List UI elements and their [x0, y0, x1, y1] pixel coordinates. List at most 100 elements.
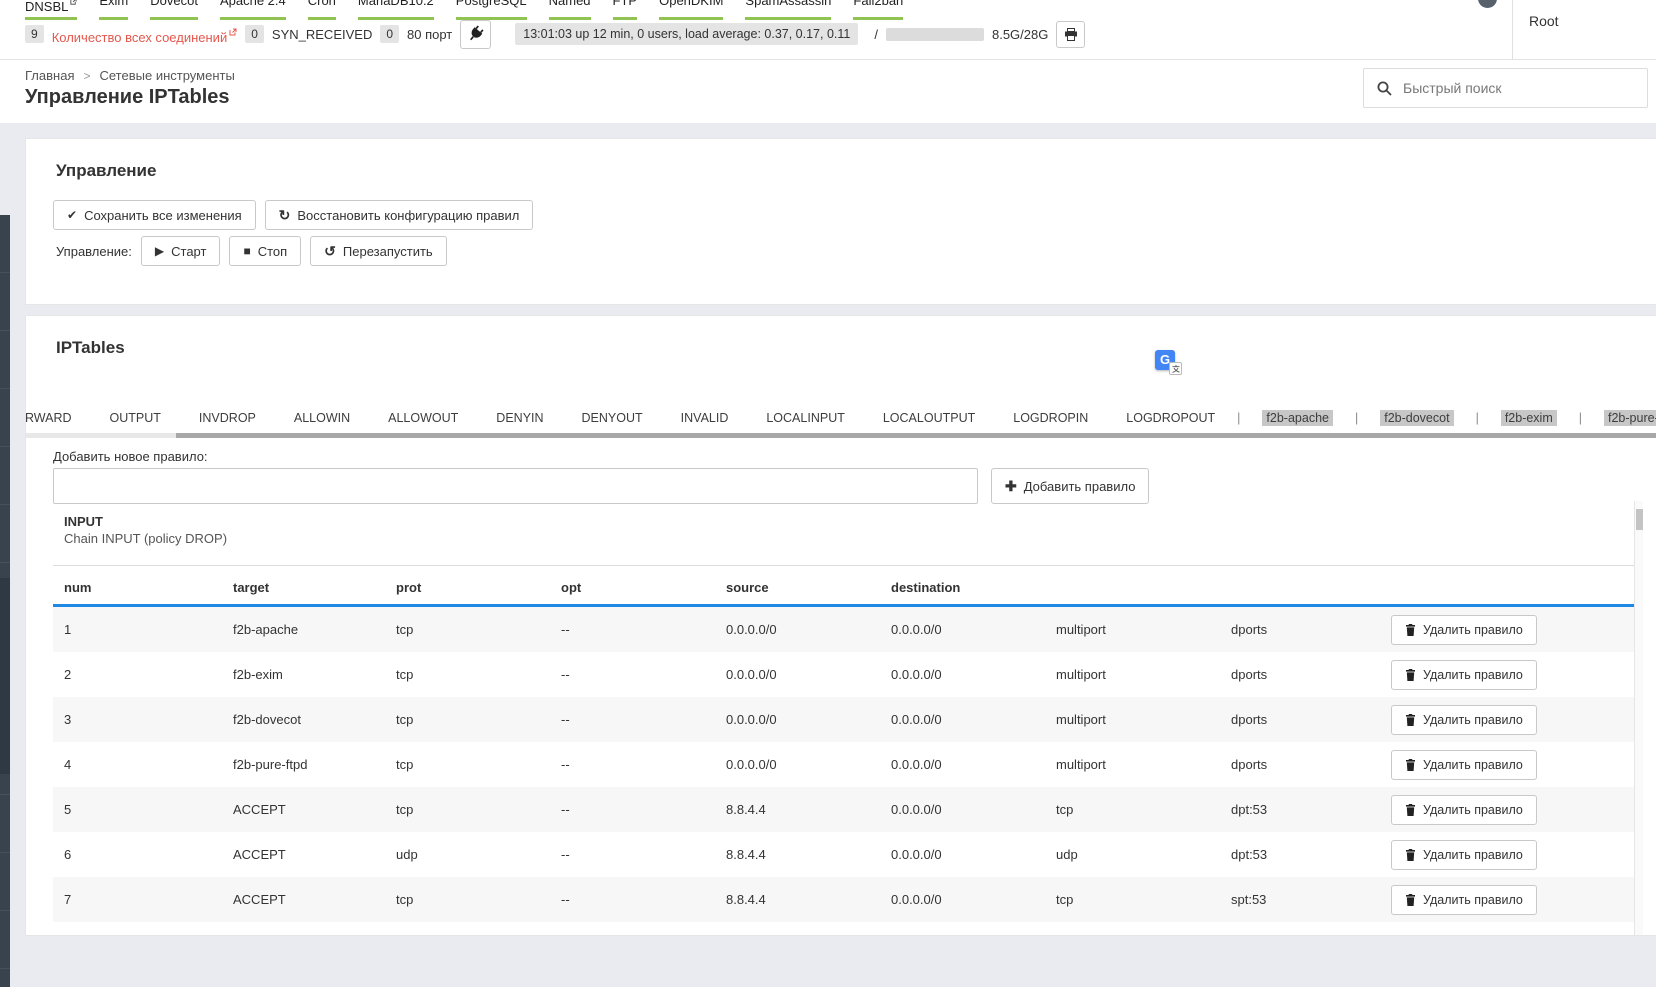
plus-icon: ✚	[1005, 479, 1017, 493]
print-button[interactable]	[1056, 21, 1085, 48]
status-row: 9 Количество всех соединений 0 SYN_RECEI…	[25, 19, 1085, 49]
table-cell: dpt:53	[1231, 802, 1391, 817]
service-link[interactable]: OpenDKIM	[659, 0, 723, 20]
service-link[interactable]: Fail2ban	[853, 0, 903, 20]
table-top-divider	[53, 565, 1634, 566]
tab-f2b-dovecot[interactable]: f2b-dovecot	[1380, 410, 1453, 426]
column-header-opt: opt	[561, 580, 726, 595]
restart-button[interactable]: ↺Перезапустить	[310, 236, 447, 266]
delete-rule-button[interactable]: Удалить правило	[1391, 705, 1537, 735]
delete-rule-button[interactable]: Удалить правило	[1391, 840, 1537, 870]
breadcrumb: Главная > Сетевые инструменты	[25, 68, 235, 83]
table-cell: 0.0.0.0/0	[891, 667, 1056, 682]
service-link[interactable]: Cron	[308, 0, 336, 20]
table-cell: ACCEPT	[233, 847, 396, 862]
table-cell: --	[561, 667, 726, 682]
table-cell: 0.0.0.0/0	[891, 622, 1056, 637]
connections-plug-button[interactable]	[460, 20, 491, 49]
table-cell: 0.0.0.0/0	[891, 802, 1056, 817]
connections-link[interactable]: Количество всех соединений	[52, 24, 238, 45]
tab-allowout[interactable]: ALLOWOUT	[388, 411, 458, 425]
tab-localinput[interactable]: LOCALINPUT	[766, 411, 845, 425]
table-row: 3f2b-dovecottcp--0.0.0.0/00.0.0.0/0multi…	[53, 697, 1634, 742]
table-cell: 8.8.4.4	[726, 847, 891, 862]
save-all-button[interactable]: ✔Сохранить все изменения	[53, 200, 256, 230]
service-link[interactable]: DNSBL	[25, 0, 77, 20]
table-cell: dports	[1231, 667, 1391, 682]
tab-invdrop[interactable]: INVDROP	[199, 411, 256, 425]
tab-logdropin[interactable]: LOGDROPIN	[1013, 411, 1088, 425]
current-user-label[interactable]: Root	[1529, 13, 1559, 29]
table-cell: udp	[396, 847, 561, 862]
delete-rule-button[interactable]: Удалить правило	[1391, 615, 1537, 645]
breadcrumb-network-tools[interactable]: Сетевые инструменты	[100, 68, 235, 83]
column-header-num: num	[64, 580, 233, 595]
service-link[interactable]: Named	[549, 0, 591, 20]
tab-f2b-apache[interactable]: f2b-apache	[1262, 410, 1333, 426]
table-cell: 7	[64, 892, 233, 907]
table-cell: tcp	[396, 622, 561, 637]
iptables-management-page: DNSBL Exim Dovecot Apache 2.4 Cron Maria…	[0, 0, 1656, 987]
new-rule-input[interactable]	[53, 468, 978, 504]
delete-rule-button[interactable]: Удалить правило	[1391, 660, 1537, 690]
tab-denyout[interactable]: DENYOUT	[582, 411, 643, 425]
table-cell: 0.0.0.0/0	[891, 712, 1056, 727]
table-cell: --	[561, 757, 726, 772]
connections-count-badge: 9	[25, 25, 44, 43]
table-cell: tcp	[396, 757, 561, 772]
table-cell: tcp	[1056, 802, 1231, 817]
column-header-prot: prot	[396, 580, 561, 595]
table-cell: 3	[64, 712, 233, 727]
delete-rule-button[interactable]: Удалить правило	[1391, 750, 1537, 780]
service-link[interactable]: Exim	[99, 0, 128, 20]
service-link[interactable]: FTP	[613, 0, 638, 20]
table-cell: multiport	[1056, 712, 1231, 727]
tab-output[interactable]: OUTPUT	[110, 411, 161, 425]
trash-icon	[1405, 714, 1416, 726]
service-link[interactable]: PostgreSQL	[456, 0, 527, 20]
add-rule-button[interactable]: ✚Добавить правило	[991, 468, 1149, 504]
management-title: Управление	[56, 161, 156, 181]
user-avatar-icon[interactable]	[1478, 0, 1497, 8]
breadcrumb-home[interactable]: Главная	[25, 68, 74, 83]
delete-rule-button[interactable]: Удалить правило	[1391, 795, 1537, 825]
sidebar-collapsed[interactable]	[0, 215, 10, 987]
service-link[interactable]: SpamAssassin	[745, 0, 831, 20]
tab-allowin[interactable]: ALLOWIN	[294, 411, 350, 425]
table-cell: 0.0.0.0/0	[891, 757, 1056, 772]
table-cell: --	[561, 622, 726, 637]
table-scrollbar[interactable]	[1634, 501, 1643, 935]
topbar: DNSBL Exim Dovecot Apache 2.4 Cron Maria…	[0, 0, 1656, 60]
table-cell: 8.8.4.4	[726, 892, 891, 907]
table-header-row: numtargetprotoptsourcedestination	[53, 570, 1634, 604]
translate-icon[interactable]: G	[1155, 350, 1182, 375]
disk-usage-bar	[886, 28, 984, 41]
tab-separator: |	[1476, 411, 1479, 425]
table-scrollbar-thumb[interactable]	[1636, 509, 1643, 530]
table-cell: tcp	[1056, 892, 1231, 907]
service-link[interactable]: Dovecot	[150, 0, 198, 20]
tab-f2b-exim[interactable]: f2b-exim	[1501, 410, 1557, 426]
tabs-scrollbar-thumb[interactable]	[176, 433, 1656, 438]
tab-f2b-pure-ftpd[interactable]: f2b-pure-ftpd	[1604, 410, 1656, 426]
service-link[interactable]: Apache 2.4	[220, 0, 286, 20]
search-input[interactable]	[1403, 80, 1634, 96]
tab-localoutput[interactable]: LOCALOUTPUT	[883, 411, 975, 425]
tab-invalid[interactable]: INVALID	[681, 411, 729, 425]
delete-rule-button[interactable]: Удалить правило	[1391, 885, 1537, 915]
tab-denyin[interactable]: DENYIN	[496, 411, 543, 425]
service-link[interactable]: MariaDB10.2	[358, 0, 434, 20]
table-cell: tcp	[396, 802, 561, 817]
quick-search[interactable]	[1363, 68, 1648, 108]
stop-button[interactable]: ■Стоп	[229, 236, 301, 266]
sidebar-active-item[interactable]	[0, 578, 10, 774]
restore-config-button[interactable]: ↻Восстановить конфигурацию правил	[265, 200, 534, 230]
tab-rward[interactable]: RWARD	[25, 411, 72, 425]
tab-separator: |	[1579, 411, 1582, 425]
tabs-scrollbar[interactable]	[26, 433, 1656, 438]
table-row: 4f2b-pure-ftpdtcp--0.0.0.0/00.0.0.0/0mul…	[53, 742, 1634, 787]
start-button[interactable]: ▶Старт	[141, 236, 221, 266]
trash-icon	[1405, 759, 1416, 771]
table-cell: dports	[1231, 712, 1391, 727]
tab-logdropout[interactable]: LOGDROPOUT	[1126, 411, 1215, 425]
